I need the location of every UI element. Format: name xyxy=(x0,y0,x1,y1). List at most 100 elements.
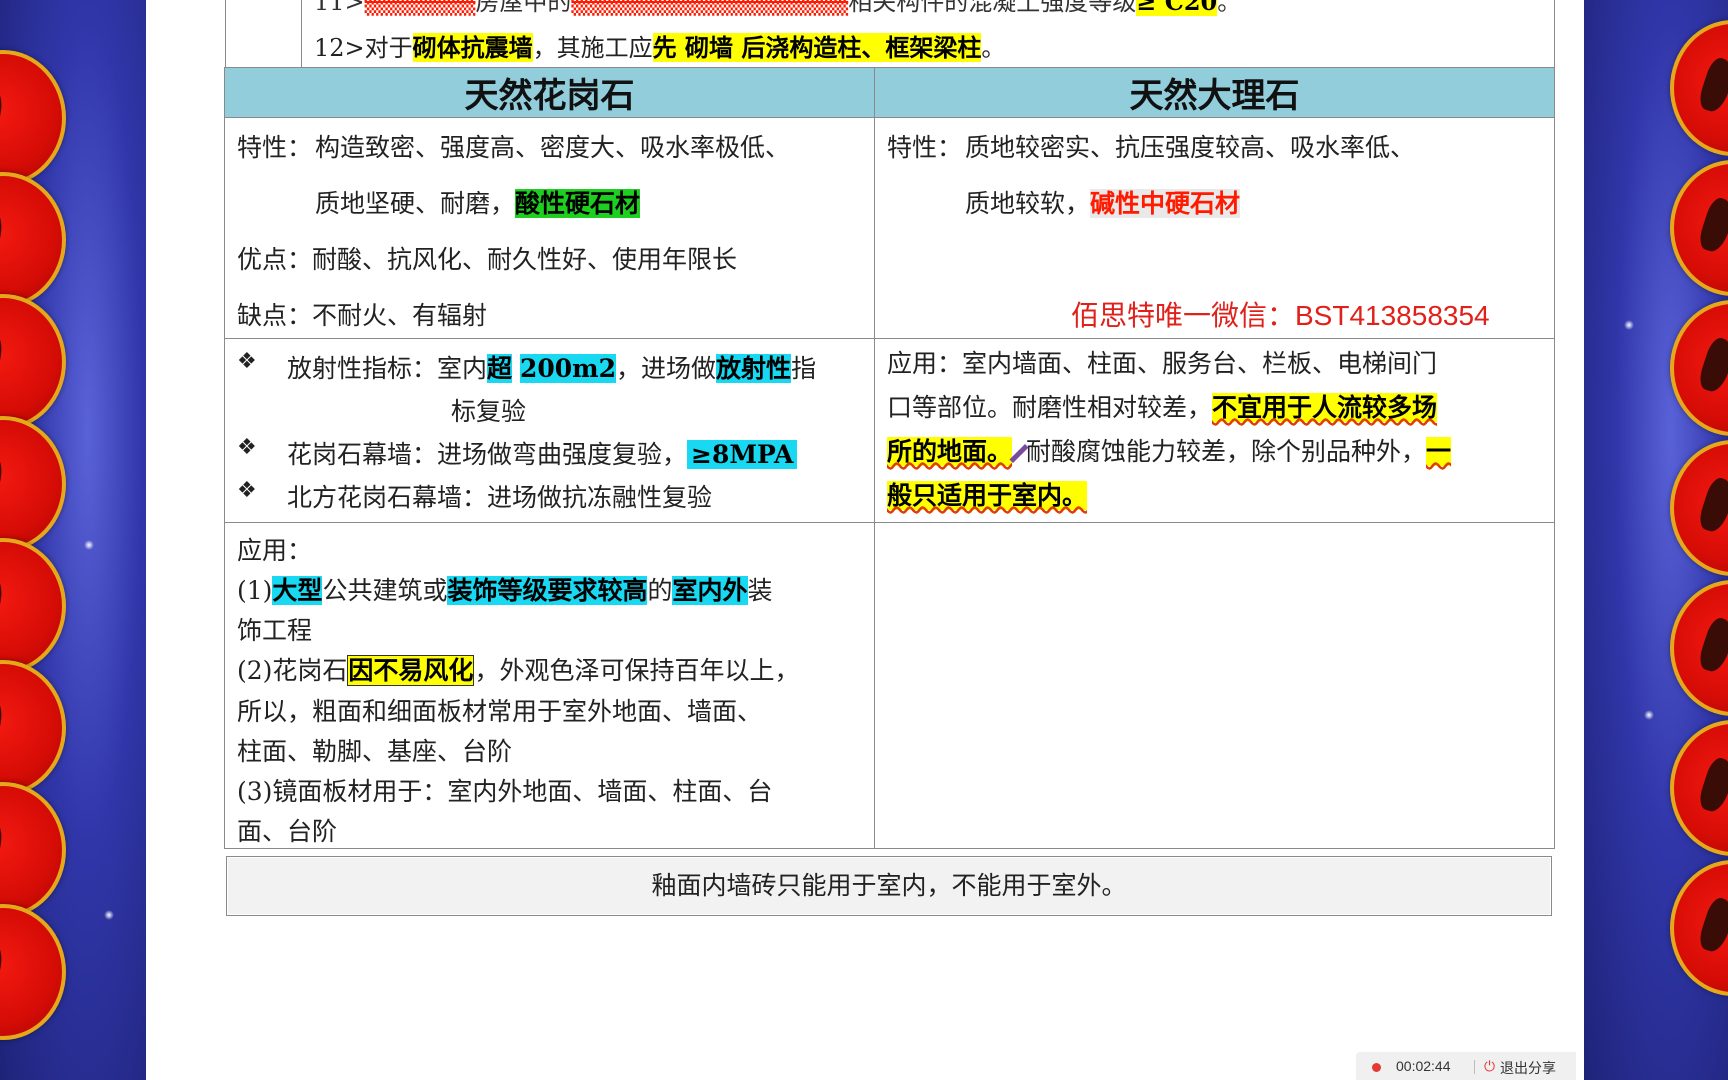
marble-floor-warning: 不宜用于人流较多场 xyxy=(1212,393,1438,422)
rule-11-tail: 的混凝土强度等级 xyxy=(944,0,1137,16)
lantern-decoration xyxy=(1670,160,1728,296)
curtain-wall-label: 花岗石幕墙：进场做弯曲强度复验， xyxy=(287,440,688,469)
app1-num: (1) xyxy=(237,576,273,605)
diamond-bullet-icon: ❖ xyxy=(237,435,257,460)
exit-share-button[interactable]: 退出分享 xyxy=(1500,1058,1556,1078)
app1-hl-inout: 室内外 xyxy=(672,576,748,605)
marble-application-cell: 应用：室内墙面、柱面、服务台、栏板、电梯间门 口等部位。耐磨性相对较差，不宜用于… xyxy=(874,338,1555,523)
granite-prop-line1: 构造致密、强度高、密度大、吸水率极低、 xyxy=(315,133,791,162)
granite-app-2-line3: 柱面、勒脚、基座、台阶 xyxy=(237,737,513,766)
granite-header: 天然花岗石 xyxy=(224,67,875,118)
lantern-decoration xyxy=(0,904,66,1040)
app1-hl-large: 大型 xyxy=(272,576,323,605)
marble-prop-label: 特性： xyxy=(887,133,963,162)
marble-header: 天然大理石 xyxy=(874,67,1555,118)
diamond-bullet-icon: ❖ xyxy=(237,349,257,374)
lantern-decoration xyxy=(1670,720,1728,856)
lantern-decoration xyxy=(0,416,66,552)
lantern-decoration xyxy=(0,294,66,430)
radioactivity-test: 放射性指标：室内超 200m2，进场做放射性指 xyxy=(287,349,816,385)
divider xyxy=(1474,1060,1475,1074)
rule-11-number: 11> xyxy=(314,0,365,16)
marble-app-line3: 所的地面。 耐酸腐蚀能力较差，除个别品种外，一 xyxy=(887,432,1452,468)
share-timer: 00:02:44 xyxy=(1396,1058,1451,1074)
marble-prop-line2: 质地较软，碱性中硬石材 xyxy=(965,184,1241,220)
lantern-decoration xyxy=(1670,580,1728,716)
granite-advantages: 优点：耐酸、抗风化、耐久性好、使用年限长 xyxy=(237,245,738,274)
marble-prop-line1: 质地较密实、抗压强度较高、吸水率低、 xyxy=(965,133,1416,162)
lantern-decoration xyxy=(1670,300,1728,436)
granite-app-3-line2: 面、台阶 xyxy=(237,817,338,846)
rule-12-mid: ，其施工应 xyxy=(532,34,653,62)
granite-acidic-highlight: 酸性硬石材 xyxy=(515,189,641,218)
rule-12-end: 。 xyxy=(981,34,1006,62)
marble-app-line2: 口等部位。耐磨性相对较差，不宜用于人流较多场 xyxy=(887,388,1438,424)
left-decorative-border xyxy=(0,0,146,1080)
lantern-decoration xyxy=(0,782,66,918)
marble-alkaline-highlight: 碱性中硬石材 xyxy=(1090,189,1241,218)
radioactivity-hl-over: 超 xyxy=(487,354,513,383)
lantern-decoration xyxy=(0,538,66,674)
curtain-wall-test: 花岗石幕墙：进场做弯曲强度复验， ≥8MPA xyxy=(287,435,798,471)
document-page: 11>▒▒▒▒▒▒房屋中的▒▒▒▒▒▒▒▒▒▒▒▒▒▒▒相关构件的混凝土强度等级… xyxy=(146,0,1584,1080)
marble-indoor-start: 一 xyxy=(1426,437,1452,466)
radioactivity-hl-area: 200m2 xyxy=(519,354,617,383)
rule-12-prefix: 12>对于 xyxy=(314,34,413,62)
app2-text: (2)花岗石 xyxy=(237,656,348,685)
marble-floor-warning-end: 所的地面。 xyxy=(887,437,1013,466)
granite-app-1: (1)大型公共建筑或装饰等级要求较高的室内外装 xyxy=(237,571,773,607)
granite-prop-label: 特性： xyxy=(237,133,313,162)
granite-app-2: (2)花岗石因不易风化，外观色泽可保持百年以上， xyxy=(237,651,799,687)
granite-application-cell: 应用： (1)大型公共建筑或装饰等级要求较高的室内外装 饰工程 (2)花岗石因不… xyxy=(224,522,875,849)
diamond-bullet-icon: ❖ xyxy=(237,478,257,503)
radioactivity-mid: ，进场做 xyxy=(616,354,717,383)
marble-app-line1: 应用：室内墙面、柱面、服务台、栏板、电梯间门 xyxy=(887,349,1438,378)
marble-indoor-only: 般只适用于室内。 xyxy=(887,481,1088,510)
app1-hl-decoration: 装饰等级要求较高 xyxy=(447,576,648,605)
granite-app-2-line2: 所以，粗面和细面板材常用于室外地面、墙面、 xyxy=(237,697,763,726)
wechat-watermark: 佰思特唯一微信：BST413858354 xyxy=(1071,300,1490,331)
lantern-decoration xyxy=(1670,20,1728,156)
marble-properties-cell: 特性： 质地较密实、抗压强度较高、吸水率低、 质地较软，碱性中硬石材 佰思特唯一… xyxy=(874,117,1555,339)
granite-properties-cell: 特性： 构造致密、强度高、密度大、吸水率极低、 质地坚硬、耐磨，酸性硬石材 优点… xyxy=(224,117,875,339)
granite-prop-text: 质地坚硬、耐磨， xyxy=(315,189,516,218)
right-decorative-border xyxy=(1584,0,1728,1080)
marble-acid-text: 耐酸腐蚀能力较差，除个别品种外， xyxy=(1026,437,1427,466)
marble-app-text: 口等部位。耐磨性相对较差， xyxy=(887,393,1213,422)
previous-table-cell: 11>▒▒▒▒▒▒房屋中的▒▒▒▒▒▒▒▒▒▒▒▒▒▒▒相关构件的混凝土强度等级… xyxy=(301,0,1241,67)
recording-dot-icon xyxy=(1372,1063,1381,1072)
marble-prop-text: 质地较软， xyxy=(965,189,1091,218)
app1-text2: 的 xyxy=(647,576,673,605)
rule-11-partial: 11>▒▒▒▒▒▒房屋中的▒▒▒▒▒▒▒▒▒▒▒▒▒▒▒相关构件的混凝土强度等级… xyxy=(314,0,1241,17)
radioactivity-label: 放射性指标：室内 xyxy=(287,354,488,383)
marble-empty-cell xyxy=(874,522,1555,849)
radioactivity-line2: 标复验 xyxy=(451,397,527,426)
lantern-decoration xyxy=(0,50,66,186)
lantern-decoration xyxy=(0,172,66,308)
curtain-wall-strength: ≥8MPA xyxy=(687,440,798,469)
app2-end: ，外观色泽可保持百年以上， xyxy=(474,656,800,685)
granite-disadvantages: 缺点：不耐火、有辐射 xyxy=(237,301,488,330)
previous-table-tail: 11>▒▒▒▒▒▒房屋中的▒▒▒▒▒▒▒▒▒▒▒▒▒▒▒相关构件的混凝土强度等级… xyxy=(225,0,1555,67)
lantern-decoration xyxy=(1670,860,1728,996)
granite-app-1-line2: 饰工程 xyxy=(237,616,313,645)
rule-12: 12>对于砌体抗震墙，其施工应先 砌墙 后浇构造柱、框架梁柱。 xyxy=(314,28,1005,63)
radioactivity-end: 指 xyxy=(791,354,817,383)
granite-tests-cell: ❖ 放射性指标：室内超 200m2，进场做放射性指 标复验 ❖ 花岗石幕墙：进场… xyxy=(224,338,875,523)
lantern-decoration xyxy=(1670,440,1728,576)
lantern-decoration xyxy=(0,660,66,796)
rule-12-highlight-2: 先 砌墙 后浇构造柱、框架梁柱 xyxy=(652,33,982,62)
marble-app-line4: 般只适用于室内。 xyxy=(887,476,1088,512)
granite-app-title: 应用： xyxy=(237,536,313,565)
app2-hl-weather: 因不易风化 xyxy=(347,655,475,686)
radioactivity-hl-radio: 放射性 xyxy=(716,354,792,383)
rule-11-highlight: ≥ C20 xyxy=(1136,0,1218,16)
rule-12-highlight-1: 砌体抗震墙 xyxy=(412,33,533,62)
glazed-tile-note: 釉面内墙砖只能用于室内，不能用于室外。 xyxy=(226,856,1552,916)
granite-prop-line2: 质地坚硬、耐磨，酸性硬石材 xyxy=(315,184,641,220)
power-icon[interactable]: ⏻ xyxy=(1484,1058,1495,1075)
granite-app-3: (3)镜面板材用于：室内外地面、墙面、柱面、台 xyxy=(237,777,773,806)
app1-text1: 公共建筑或 xyxy=(322,576,448,605)
stone-comparison-table: 天然花岗石 天然大理石 特性： 构造致密、强度高、密度大、吸水率极低、 质地坚硬… xyxy=(224,67,1555,849)
screen-share-status-bar: 00:02:44 ⏻ 退出分享 xyxy=(1356,1052,1576,1080)
